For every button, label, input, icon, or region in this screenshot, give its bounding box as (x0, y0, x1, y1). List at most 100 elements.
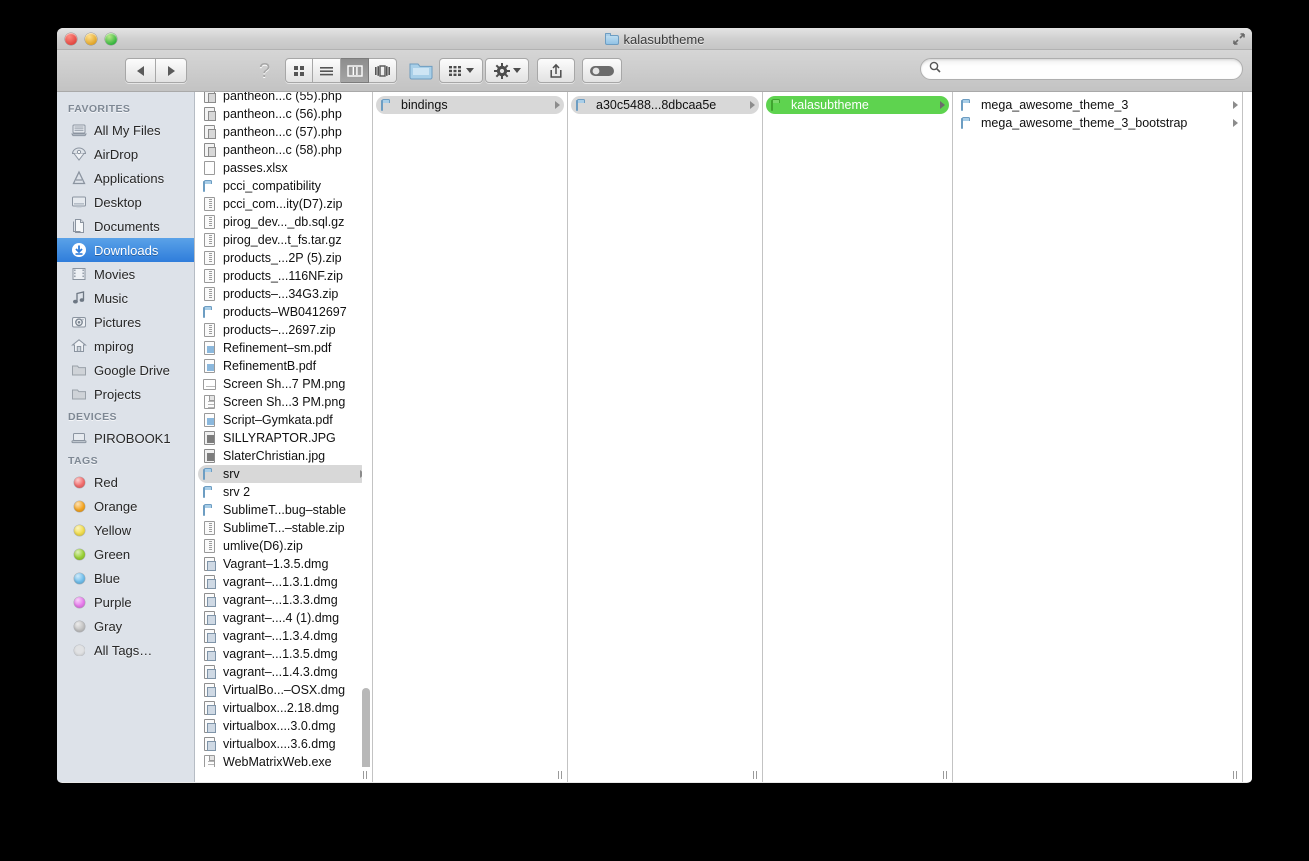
sidebar-item-green[interactable]: Green (57, 542, 194, 566)
file-name: Screen Sh...3 PM.png (223, 395, 346, 409)
file-row[interactable]: mega_awesome_theme_3_bootstrap (953, 114, 1242, 132)
tag-toggle-button[interactable] (582, 58, 622, 83)
file-row[interactable]: vagrant–...1.3.3.dmg (195, 591, 372, 609)
file-row[interactable]: passes.xlsx (195, 159, 372, 177)
column-resize-grip[interactable] (554, 769, 565, 781)
file-row[interactable]: umlive(D6).zip (195, 537, 372, 555)
file-row[interactable]: products–...2697.zip (195, 321, 372, 339)
file-row[interactable]: SublimeT...–stable.zip (195, 519, 372, 537)
file-row[interactable]: Refinement–sm.pdf (195, 339, 372, 357)
file-name: pantheon...c (58).php (223, 143, 342, 157)
file-row[interactable]: virtualbox....3.0.dmg (195, 717, 372, 735)
sidebar-item-pictures[interactable]: Pictures (57, 310, 194, 334)
vertical-scrollbar[interactable] (362, 96, 370, 780)
icon-view-button[interactable] (285, 58, 313, 83)
file-row[interactable]: SlaterChristian.jpg (195, 447, 372, 465)
file-row[interactable]: srv 2 (195, 483, 372, 501)
file-row[interactable]: VirtualBo...–OSX.dmg (195, 681, 372, 699)
sidebar-item-blue[interactable]: Blue (57, 566, 194, 590)
file-row[interactable]: a30c5488...8dbcaa5e (571, 96, 759, 114)
file-name: a30c5488...8dbcaa5e (596, 98, 717, 112)
sidebar-item-mpirog[interactable]: mpirog (57, 334, 194, 358)
sidebar-section-header: FAVORITES (68, 103, 131, 115)
column-view-button[interactable] (341, 58, 369, 83)
gear-button[interactable] (485, 58, 529, 83)
search-field[interactable] (920, 58, 1243, 80)
file-row[interactable]: Screen Sh...7 PM.png (195, 375, 372, 393)
sidebar-item-pirobook1[interactable]: PIROBOOK1 (57, 426, 194, 450)
list-view-button[interactable] (313, 58, 341, 83)
file-row[interactable]: Vagrant–1.3.5.dmg (195, 555, 372, 573)
fullscreen-icon[interactable] (1232, 32, 1246, 46)
file-row[interactable]: products–...34G3.zip (195, 285, 372, 303)
sidebar-item-orange[interactable]: Orange (57, 494, 194, 518)
file-row[interactable]: pirog_dev...t_fs.tar.gz (195, 231, 372, 249)
sidebar-item-music[interactable]: Music (57, 286, 194, 310)
folder-action-button[interactable] (407, 57, 435, 81)
file-row[interactable]: Script–Gymkata.pdf (195, 411, 372, 429)
file-name: Screen Sh...7 PM.png (223, 377, 346, 391)
file-row[interactable]: vagrant–...1.3.4.dmg (195, 627, 372, 645)
sidebar-item-downloads[interactable]: Downloads (57, 238, 194, 262)
sidebar-item-google-drive[interactable]: Google Drive (57, 358, 194, 382)
sidebar-item-projects[interactable]: Projects (57, 382, 194, 406)
file-row[interactable]: virtualbox....3.6.dmg (195, 735, 372, 753)
file-row[interactable]: srv (198, 465, 369, 483)
sidebar-item-gray[interactable]: Gray (57, 614, 194, 638)
tag-menu[interactable] (582, 58, 622, 83)
column-resize-grip[interactable] (939, 769, 950, 781)
search-icon (929, 60, 941, 78)
coverflow-view-button[interactable] (369, 58, 397, 83)
dmg-file-icon (203, 683, 217, 697)
sidebar-item-desktop[interactable]: Desktop (57, 190, 194, 214)
file-row[interactable]: products–WB0412697 (195, 303, 372, 321)
help-icon[interactable]: ? (259, 60, 270, 83)
back-button[interactable] (125, 58, 156, 83)
file-row[interactable]: pirog_dev..._db.sql.gz (195, 213, 372, 231)
sidebar-item-airdrop[interactable]: AirDrop (57, 142, 194, 166)
file-row[interactable]: vagrant–...1.4.3.dmg (195, 663, 372, 681)
share-menu[interactable] (537, 58, 575, 83)
column-resize-grip[interactable] (359, 769, 370, 781)
sidebar-item-label: mpirog (94, 338, 134, 354)
sidebar-item-movies[interactable]: Movies (57, 262, 194, 286)
file-row[interactable]: virtualbox...2.18.dmg (195, 699, 372, 717)
file-row[interactable]: RefinementB.pdf (195, 357, 372, 375)
sidebar-item-documents[interactable]: Documents (57, 214, 194, 238)
arrange-menu[interactable] (439, 58, 483, 83)
zip-file-icon (203, 251, 217, 265)
file-name: Refinement–sm.pdf (223, 341, 332, 355)
sidebar-item-yellow[interactable]: Yellow (57, 518, 194, 542)
file-row[interactable]: products_...116NF.zip (195, 267, 372, 285)
sidebar-item-all-my-files[interactable]: All My Files (57, 118, 194, 142)
forward-button[interactable] (156, 58, 187, 83)
file-row[interactable]: bindings (376, 96, 564, 114)
search-input[interactable] (946, 62, 1234, 76)
file-row[interactable]: mega_awesome_theme_3 (953, 96, 1242, 114)
file-row[interactable]: products_...2P (5).zip (195, 249, 372, 267)
file-row[interactable]: vagrant–...1.3.5.dmg (195, 645, 372, 663)
file-row[interactable]: pcci_com...ity(D7).zip (195, 195, 372, 213)
column-resize-grip[interactable] (749, 769, 760, 781)
file-row[interactable]: vagrant–...1.3.1.dmg (195, 573, 372, 591)
file-row[interactable]: kalasubtheme (766, 96, 949, 114)
sidebar-item-purple[interactable]: Purple (57, 590, 194, 614)
file-row[interactable]: vagrant–....4 (1).dmg (195, 609, 372, 627)
file-row[interactable]: pcci_compatibility (195, 177, 372, 195)
arrange-button[interactable] (439, 58, 483, 83)
sidebar-item-red[interactable]: Red (57, 470, 194, 494)
file-row[interactable]: SublimeT...bug–stable (195, 501, 372, 519)
title-bar: kalasubtheme (57, 28, 1252, 50)
file-row[interactable]: pantheon...c (57).php (195, 123, 372, 141)
file-row[interactable]: pantheon...c (56).php (195, 105, 372, 123)
share-button[interactable] (537, 58, 575, 83)
sidebar-item-applications[interactable]: Applications (57, 166, 194, 190)
file-row[interactable]: Screen Sh...3 PM.png (195, 393, 372, 411)
file-row[interactable]: SILLYRAPTOR.JPG (195, 429, 372, 447)
file-row[interactable]: pantheon...c (58).php (195, 141, 372, 159)
file-row[interactable]: pantheon...c (55).php (195, 92, 372, 105)
action-menu[interactable] (485, 58, 529, 83)
sidebar-item-all-tags[interactable]: All Tags… (57, 638, 194, 662)
file-name: vagrant–...1.3.1.dmg (223, 575, 338, 589)
column-resize-grip[interactable] (1229, 769, 1240, 781)
